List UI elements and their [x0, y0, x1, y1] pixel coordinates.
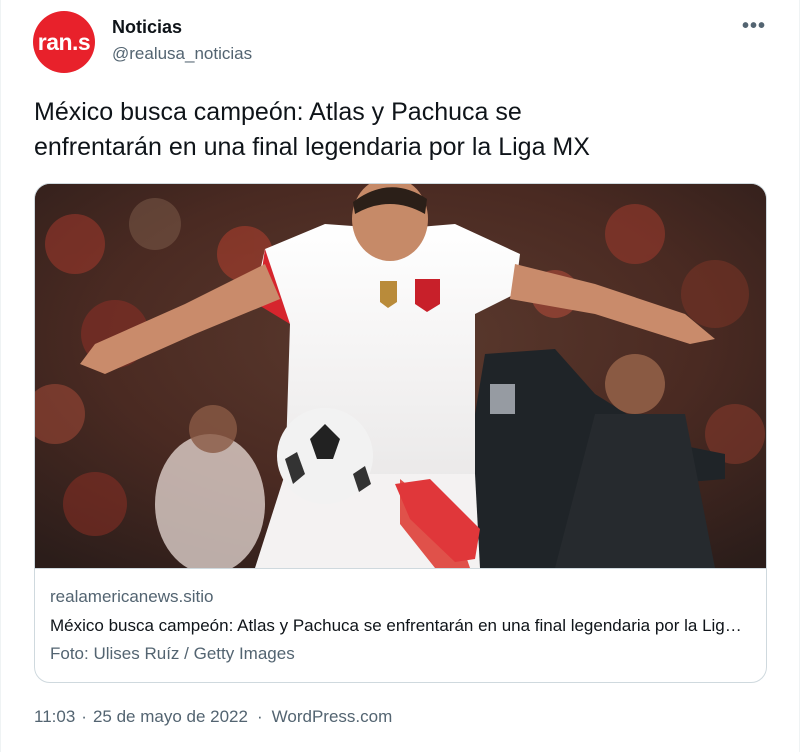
user-handle[interactable]: @realusa_noticias [112, 44, 252, 64]
card-domain[interactable]: realamericanews.sitio [50, 587, 213, 607]
card-image[interactable] [35, 184, 766, 568]
soccer-photo-icon [35, 184, 766, 568]
display-name[interactable]: Noticias [112, 17, 182, 38]
more-horizontal-icon[interactable]: ••• [739, 14, 769, 38]
meta-separator: · [256, 707, 263, 726]
tweet-container: ran.s Noticias @realusa_noticias ••• Méx… [0, 0, 800, 752]
card-title[interactable]: México busca campeón: Atlas y Pachuca se… [50, 616, 750, 636]
link-card[interactable]: realamericanews.sitio México busca campe… [34, 183, 767, 683]
card-description: Foto: Ulises Ruíz / Getty Images [50, 644, 295, 663]
avatar[interactable]: ran.s [33, 11, 95, 73]
meta-separator: · [81, 707, 87, 726]
tweet-source[interactable]: WordPress.com [272, 707, 393, 727]
tweet-time[interactable]: 11:03 [34, 707, 75, 727]
card-divider [35, 568, 766, 569]
tweet-text: México busca campeón: Atlas y Pachuca se… [34, 98, 590, 161]
tweet-date[interactable]: 25 de mayo de 2022 [93, 707, 248, 727]
tweet-meta: 11:03 · 25 de mayo de 2022 · WordPress.com [34, 707, 392, 727]
avatar-text: ran.s [37, 28, 91, 55]
